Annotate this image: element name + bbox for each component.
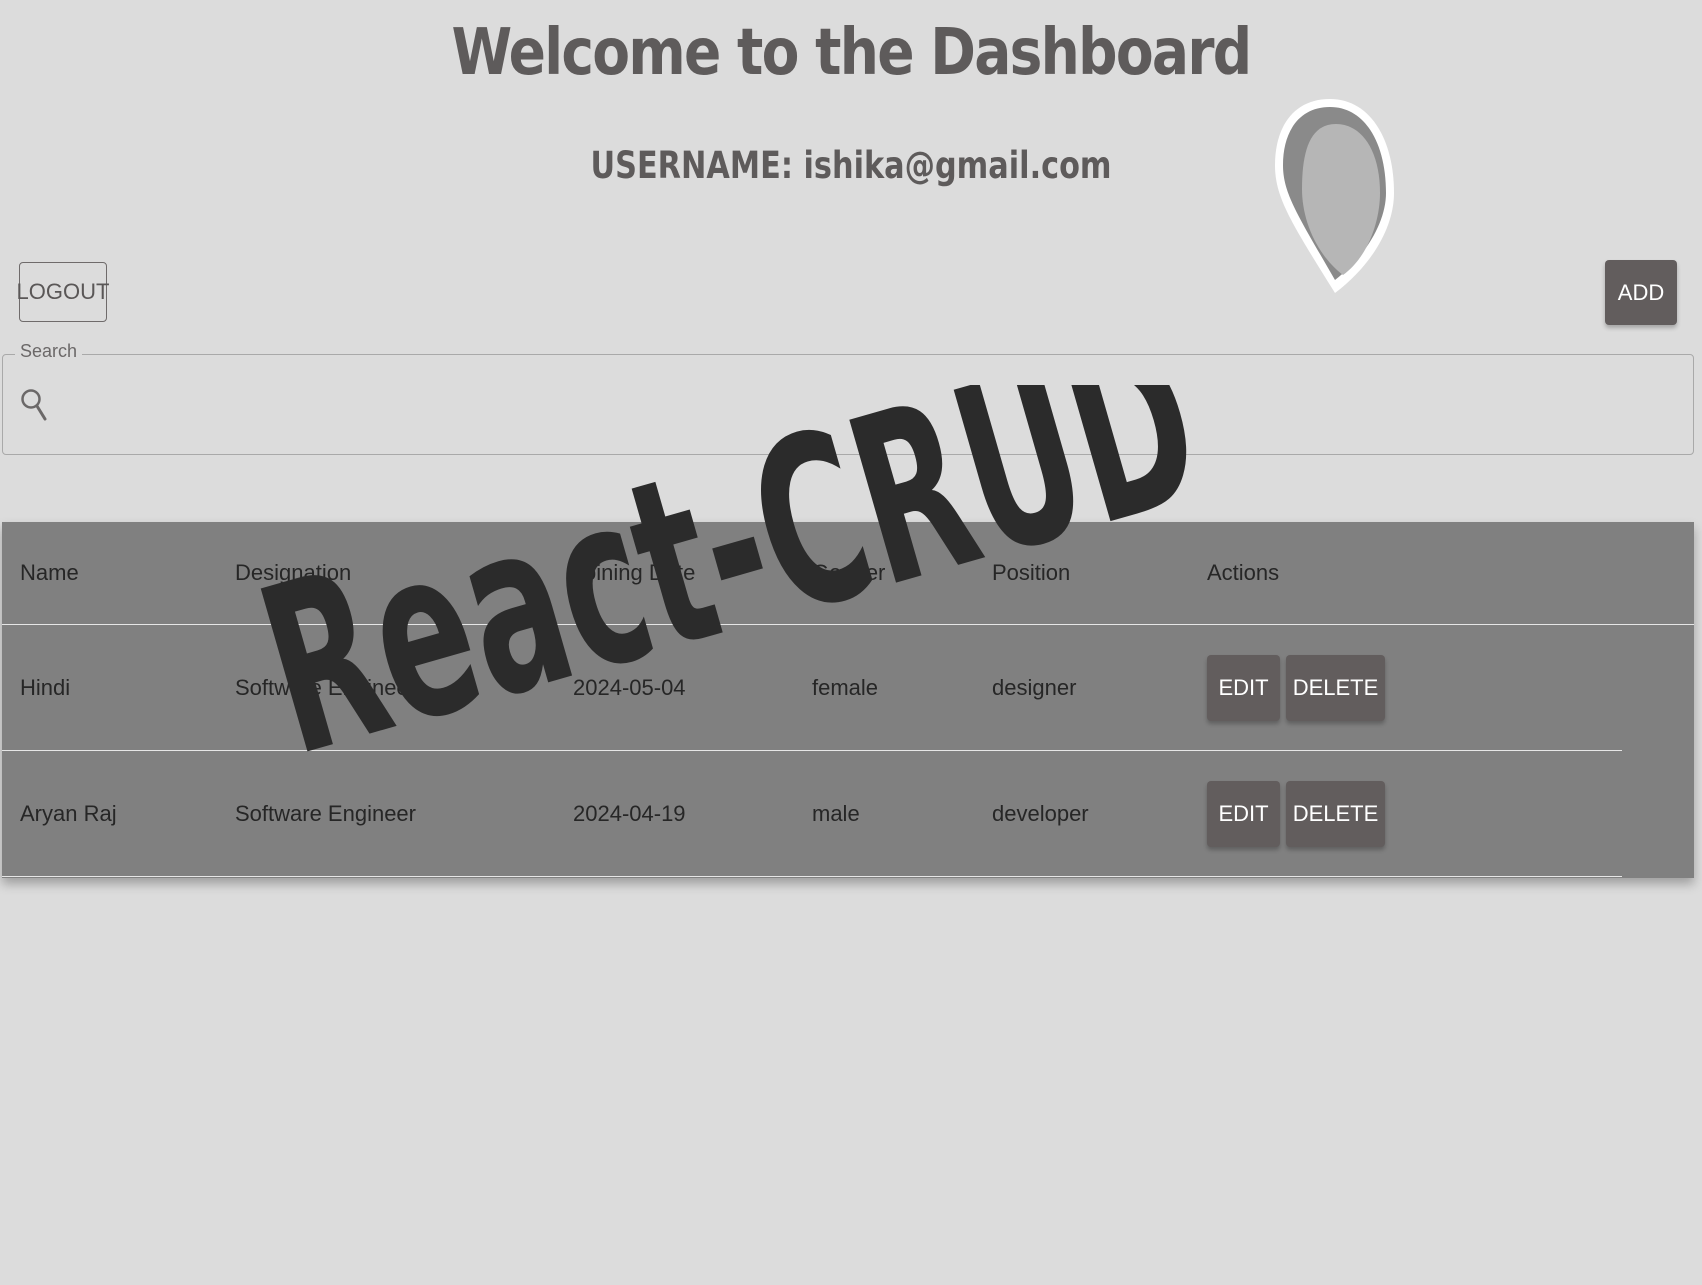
add-button[interactable]: ADD xyxy=(1605,260,1677,325)
cell-designation: Software Engineer xyxy=(235,800,416,826)
column-header-designation: Designation xyxy=(235,560,352,585)
cell-joining-date: 2024-05-04 xyxy=(573,674,686,700)
cell-actions: EDIT DELETE xyxy=(1207,751,1385,876)
cell-gender: male xyxy=(812,800,860,826)
table-header-row: Name Designation Joining Date Gender Pos… xyxy=(2,522,1694,625)
column-header-joining-date: Joining Date xyxy=(573,560,696,585)
cell-position: developer xyxy=(992,800,1089,826)
table-row: Aryan Raj Software Engineer 2024-04-19 m… xyxy=(2,751,1622,877)
cell-position: designer xyxy=(992,674,1077,700)
column-header-position: Position xyxy=(992,560,1071,585)
cell-designation: Software Engineer xyxy=(235,674,416,700)
column-header-name: Name xyxy=(20,560,79,585)
delete-button[interactable]: DELETE xyxy=(1286,780,1385,847)
edit-button[interactable]: EDIT xyxy=(1207,654,1280,721)
cell-name: Hindi xyxy=(20,674,71,700)
employee-table: Name Designation Joining Date Gender Pos… xyxy=(2,522,1694,878)
cell-actions: EDIT DELETE xyxy=(1207,625,1385,750)
cell-joining-date: 2024-04-19 xyxy=(573,800,686,826)
page-title: Welcome to the Dashboard xyxy=(451,16,1253,90)
search-icon xyxy=(21,389,47,421)
edit-button[interactable]: EDIT xyxy=(1207,780,1280,847)
delete-button[interactable]: DELETE xyxy=(1286,654,1385,721)
column-header-actions: Actions xyxy=(1207,560,1280,585)
search-field[interactable]: Search xyxy=(2,341,1694,455)
search-input[interactable] xyxy=(61,383,1665,429)
logout-button[interactable]: LOGOUT xyxy=(17,262,109,322)
cell-name: Aryan Raj xyxy=(20,800,117,826)
table-row: Hindi Software Engineer 2024-05-04 femal… xyxy=(2,625,1622,751)
search-label: Search xyxy=(15,341,83,362)
cell-gender: female xyxy=(812,674,879,700)
avatar-bubble-icon xyxy=(1275,99,1394,293)
column-header-gender: Gender xyxy=(812,560,886,585)
